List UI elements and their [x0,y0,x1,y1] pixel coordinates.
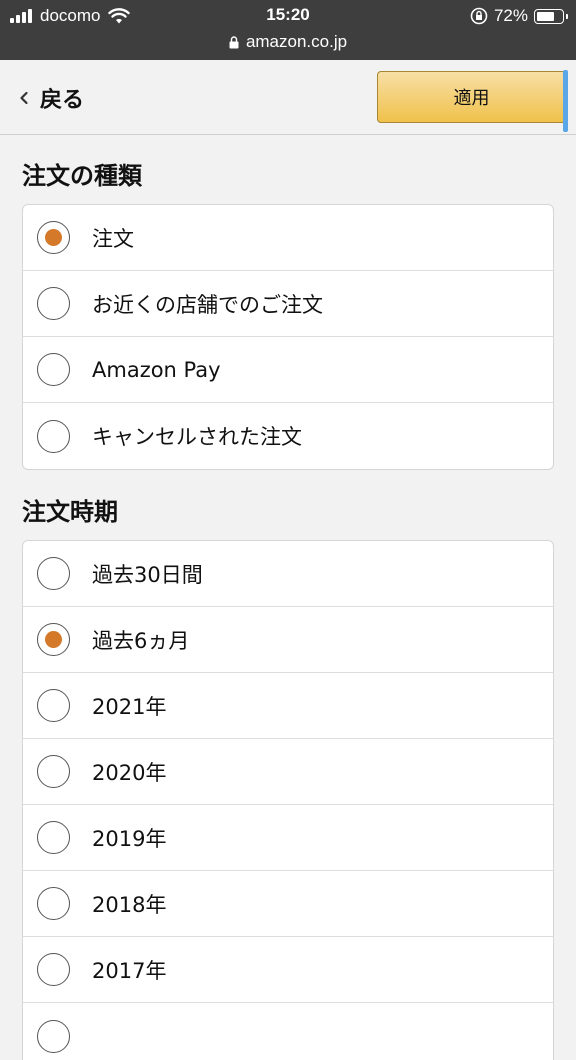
radio-button[interactable] [37,353,70,386]
radio-button[interactable] [37,689,70,722]
status-bar: docomo 15:20 72% amazon.co.jp [0,0,576,60]
url-bar[interactable]: amazon.co.jp [0,32,576,52]
radio-option-label: 過去30日間 [92,562,203,587]
radio-option[interactable]: 過去30日間 [23,541,553,607]
radio-button[interactable] [37,287,70,320]
radio-button-selected[interactable] [37,623,70,656]
radio-option[interactable]: 過去6ヵ月 [23,607,553,673]
radio-selected-dot [45,229,62,246]
radio-button[interactable] [37,1019,70,1053]
radio-button-selected[interactable] [37,221,70,254]
order-type-options: 注文お近くの店舗でのご注文 Amazon Pay キャンセルされた注文 [22,204,554,470]
apply-button[interactable]: 適用 [377,71,566,123]
radio-option[interactable]: 2018年 [23,871,553,937]
back-button[interactable]: 戻る [18,84,85,113]
filter-header: 戻る 適用 [0,60,576,135]
order-period-title: 注文時期 [22,498,118,526]
radio-option-label: 2020年 [92,760,167,785]
radio-option[interactable]: Amazon Pay [23,337,553,403]
radio-button[interactable] [37,419,70,453]
radio-option[interactable]: お近くの店舗でのご注文 [23,271,553,337]
radio-option-label: Amazon Pay [92,357,221,382]
radio-option[interactable]: 2021年 [23,673,553,739]
radio-option-label: お近くの店舗でのご注文 [92,292,323,317]
order-period-options: 過去30日間 過去6ヵ月 2021年 2020年 2019年 2018年 2017年 [22,540,554,1060]
status-right: 72% [470,5,568,27]
battery-percent: 72% [493,6,528,25]
chevron-left-icon [20,91,28,105]
order-type-title: 注文の種類 [22,162,142,190]
scroll-indicator [563,70,568,132]
rotation-lock-icon [470,7,488,25]
radio-option-label: 2019年 [92,826,167,851]
radio-option[interactable]: キャンセルされた注文 [23,403,553,469]
radio-selected-dot [45,631,62,648]
back-label: 戻る [40,88,85,113]
battery-icon [534,8,568,24]
url-text: amazon.co.jp [245,32,348,51]
radio-option-label: 2017年 [92,958,167,983]
radio-option-label: 2018年 [92,892,167,917]
radio-option[interactable]: 2017年 [23,937,553,1003]
radio-button[interactable] [37,953,70,986]
radio-option[interactable]: 注文 [23,205,553,271]
lock-icon [229,35,239,48]
radio-option-label: 注文 [92,226,134,251]
radio-button[interactable] [37,557,70,590]
radio-button[interactable] [37,887,70,920]
battery-level [537,11,554,21]
radio-option[interactable]: 2019年 [23,805,553,871]
radio-option-label: 2021年 [92,694,167,719]
radio-option[interactable] [23,1003,553,1060]
radio-option-label: 過去6ヵ月 [92,628,190,653]
radio-option-label: キャンセルされた注文 [92,425,302,449]
radio-option[interactable]: 2020年 [23,739,553,805]
radio-button[interactable] [37,755,70,788]
radio-button[interactable] [37,821,70,854]
